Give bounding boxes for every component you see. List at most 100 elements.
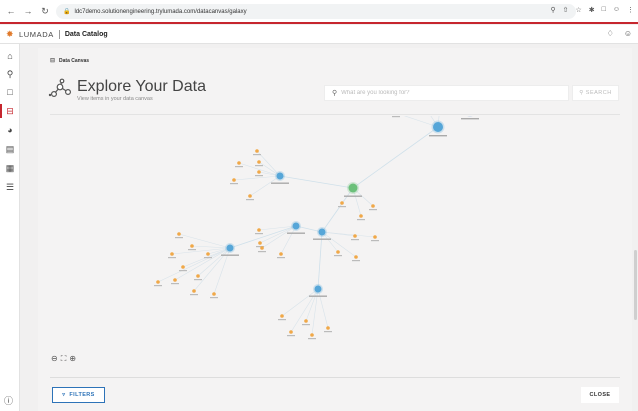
graph-node-label[interactable] <box>334 255 342 257</box>
user-account-icon[interactable]: ☺ <box>624 29 632 38</box>
graph-hub-node[interactable] <box>314 285 322 293</box>
graph-leaf-node[interactable] <box>177 232 181 236</box>
data-canvas-icon[interactable]: ⊟ <box>0 104 16 118</box>
search-button[interactable]: ⚲ SEARCH <box>572 85 619 101</box>
graph-node-label[interactable] <box>230 183 238 185</box>
graph-leaf-node[interactable] <box>190 244 194 248</box>
galaxy-graph-canvas[interactable] <box>50 116 620 376</box>
graph-leaf-node[interactable] <box>192 289 196 293</box>
graph-leaf-node[interactable] <box>326 326 330 330</box>
graph-node-label[interactable] <box>371 240 379 242</box>
graph-leaf-node[interactable] <box>340 201 344 205</box>
graph-node-label[interactable] <box>255 233 263 235</box>
zoom-in-icon[interactable]: ⊕ <box>69 354 76 364</box>
graph-leaf-node[interactable] <box>304 319 308 323</box>
graph-node-label[interactable] <box>154 285 162 287</box>
graph-hub-node[interactable] <box>226 244 234 252</box>
graph-node-label[interactable] <box>429 135 447 137</box>
back-arrow-icon[interactable]: ← <box>5 5 17 17</box>
zoom-out-icon[interactable]: ⊖ <box>51 354 58 364</box>
graph-leaf-node[interactable] <box>170 252 174 256</box>
graph-hub-node[interactable] <box>348 183 358 193</box>
more-icon[interactable]: ⋮ <box>627 6 634 14</box>
graph-node-label[interactable] <box>461 118 479 120</box>
app-logo[interactable]: LUMADA <box>19 30 54 39</box>
galaxy-graph[interactable] <box>50 116 620 376</box>
graph-leaf-node[interactable] <box>260 246 264 250</box>
graph-node-label[interactable] <box>287 232 305 234</box>
graph-leaf-node[interactable] <box>258 241 262 245</box>
graph-node-label[interactable] <box>194 279 202 281</box>
zoom-icon[interactable]: ⚲ <box>550 6 555 14</box>
graph-node-label[interactable] <box>338 206 346 208</box>
fit-screen-icon[interactable]: ⛶ <box>61 354 67 364</box>
graph-node-label[interactable] <box>188 249 196 251</box>
graph-hub-node[interactable] <box>292 222 300 230</box>
graph-node-label[interactable] <box>324 331 332 333</box>
info-icon[interactable]: ⓘ <box>4 394 13 407</box>
graph-node-label[interactable] <box>352 260 360 262</box>
graph-leaf-node[interactable] <box>156 280 160 284</box>
graph-leaf-node[interactable] <box>257 170 261 174</box>
graph-leaf-node[interactable] <box>248 194 252 198</box>
graph-leaf-node[interactable] <box>354 255 358 259</box>
graph-leaf-node[interactable] <box>206 252 210 256</box>
graph-node-label[interactable] <box>277 257 285 259</box>
graph-leaf-node[interactable] <box>232 178 236 182</box>
graph-node-label[interactable] <box>344 195 362 197</box>
graph-leaf-node[interactable] <box>289 330 293 334</box>
graph-leaf-node[interactable] <box>196 274 200 278</box>
breadcrumb-label[interactable]: Data Canvas <box>59 58 89 64</box>
graph-node-label[interactable] <box>210 297 218 299</box>
graph-node-label[interactable] <box>258 251 266 253</box>
graph-leaf-node[interactable] <box>212 292 216 296</box>
list-icon[interactable]: ☰ <box>4 181 16 193</box>
graph-leaf-node[interactable] <box>336 250 340 254</box>
forward-arrow-icon[interactable]: → <box>22 5 34 17</box>
graph-node-label[interactable] <box>246 199 254 201</box>
graph-leaf-node[interactable] <box>255 149 259 153</box>
filters-button[interactable]: ▿ FILTERS <box>52 387 105 403</box>
bookmark-icon[interactable]: □ <box>4 86 16 98</box>
graph-leaf-node[interactable] <box>280 314 284 318</box>
graph-leaf-node[interactable] <box>257 228 261 232</box>
search-icon[interactable]: ⚲ <box>4 68 16 80</box>
scrollbar[interactable] <box>634 250 637 320</box>
graph-node-label[interactable] <box>235 166 243 168</box>
close-button[interactable]: CLOSE <box>581 387 619 403</box>
graph-leaf-node[interactable] <box>373 235 377 239</box>
graph-node-label[interactable] <box>168 257 176 259</box>
graph-node-label[interactable] <box>302 324 310 326</box>
graph-node-label[interactable] <box>351 239 359 241</box>
document-icon[interactable]: ▤ <box>4 143 16 155</box>
graph-hub-node[interactable] <box>318 228 326 236</box>
graph-node-label[interactable] <box>221 254 239 256</box>
graph-node-label[interactable] <box>369 209 377 211</box>
graph-node-label[interactable] <box>392 116 400 118</box>
address-bar[interactable]: 🔒 ldc7demo.solutionengineering.trylumada… <box>56 4 576 19</box>
graph-hub-halo[interactable] <box>463 116 478 117</box>
star-icon[interactable]: ☆ <box>575 6 581 14</box>
graph-node-label[interactable] <box>287 335 295 337</box>
graph-node-label[interactable] <box>255 165 263 167</box>
graph-node-label[interactable] <box>175 237 183 239</box>
graph-node-label[interactable] <box>278 319 286 321</box>
graph-leaf-node[interactable] <box>353 234 357 238</box>
graph-leaf-node[interactable] <box>181 265 185 269</box>
search-input[interactable] <box>341 90 542 96</box>
share-icon[interactable]: ⇧ <box>563 6 569 14</box>
graph-node-label[interactable] <box>171 283 179 285</box>
extension-icon[interactable]: ✱ <box>589 6 595 14</box>
graph-node-label[interactable] <box>271 182 289 184</box>
graph-node-label[interactable] <box>253 154 261 156</box>
graph-leaf-node[interactable] <box>371 204 375 208</box>
graph-node-label[interactable] <box>308 338 316 340</box>
graph-leaf-node[interactable] <box>359 214 363 218</box>
graph-leaf-node[interactable] <box>310 333 314 337</box>
graph-node-label[interactable] <box>313 238 331 240</box>
graph-node-label[interactable] <box>309 295 327 297</box>
graph-node-label[interactable] <box>204 257 212 259</box>
graph-leaf-node[interactable] <box>237 161 241 165</box>
sidebar-icon[interactable]: □ <box>602 6 606 14</box>
profile-icon[interactable]: ☺ <box>613 6 620 14</box>
